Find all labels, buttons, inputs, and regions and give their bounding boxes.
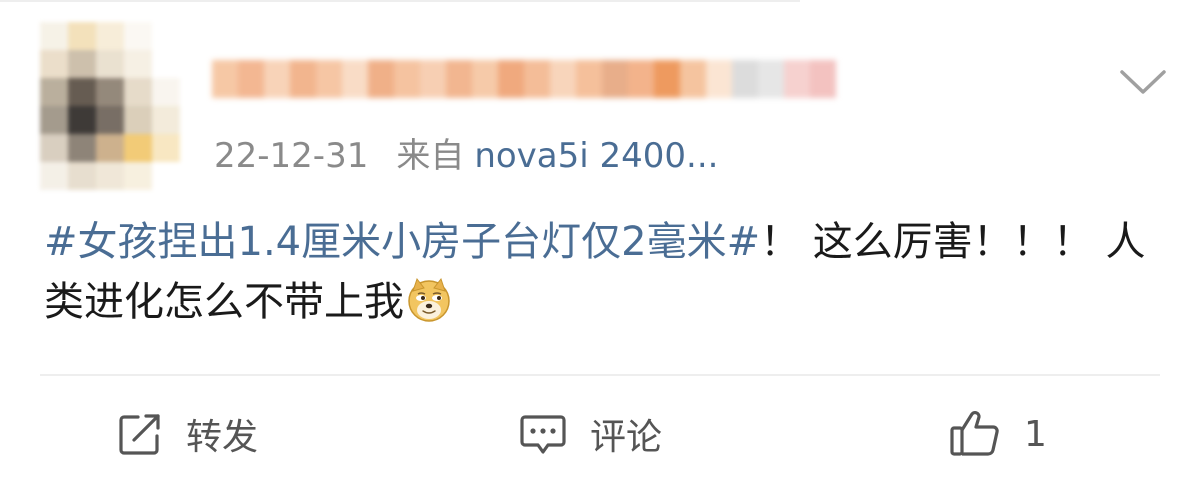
action-divider — [40, 374, 1160, 376]
comment-button[interactable]: 评论 — [518, 404, 662, 464]
avatar[interactable] — [40, 22, 180, 192]
post-content: #女孩捏出1.4厘米小房子台灯仅2毫米#！ 这么厉害！！！ 人类进化怎么不带上我 — [44, 212, 1154, 332]
post-date: 22-12-31 — [214, 136, 369, 176]
repost-button[interactable]: 转发 — [116, 404, 258, 464]
top-divider — [0, 0, 800, 2]
username-redacted[interactable] — [212, 60, 836, 98]
post-meta: 22-12-31 来自 nova5i 2400... — [214, 134, 718, 178]
like-button[interactable]: 1 — [948, 404, 1047, 464]
post-source-link[interactable]: nova5i 2400... — [474, 136, 718, 176]
speech-bubble-icon — [518, 409, 568, 459]
repost-label: 转发 — [186, 417, 259, 458]
thumbs-up-icon — [948, 408, 1002, 460]
chevron-down-icon[interactable] — [1118, 62, 1168, 102]
source-from-label: 来自 — [396, 136, 465, 176]
comment-label: 评论 — [590, 417, 663, 458]
share-square-icon — [116, 410, 164, 458]
doge-emoji-icon — [406, 277, 452, 323]
like-count: 1 — [1024, 413, 1047, 455]
topic-hashtag-link[interactable]: #女孩捏出1.4厘米小房子台灯仅2毫米# — [44, 219, 760, 265]
